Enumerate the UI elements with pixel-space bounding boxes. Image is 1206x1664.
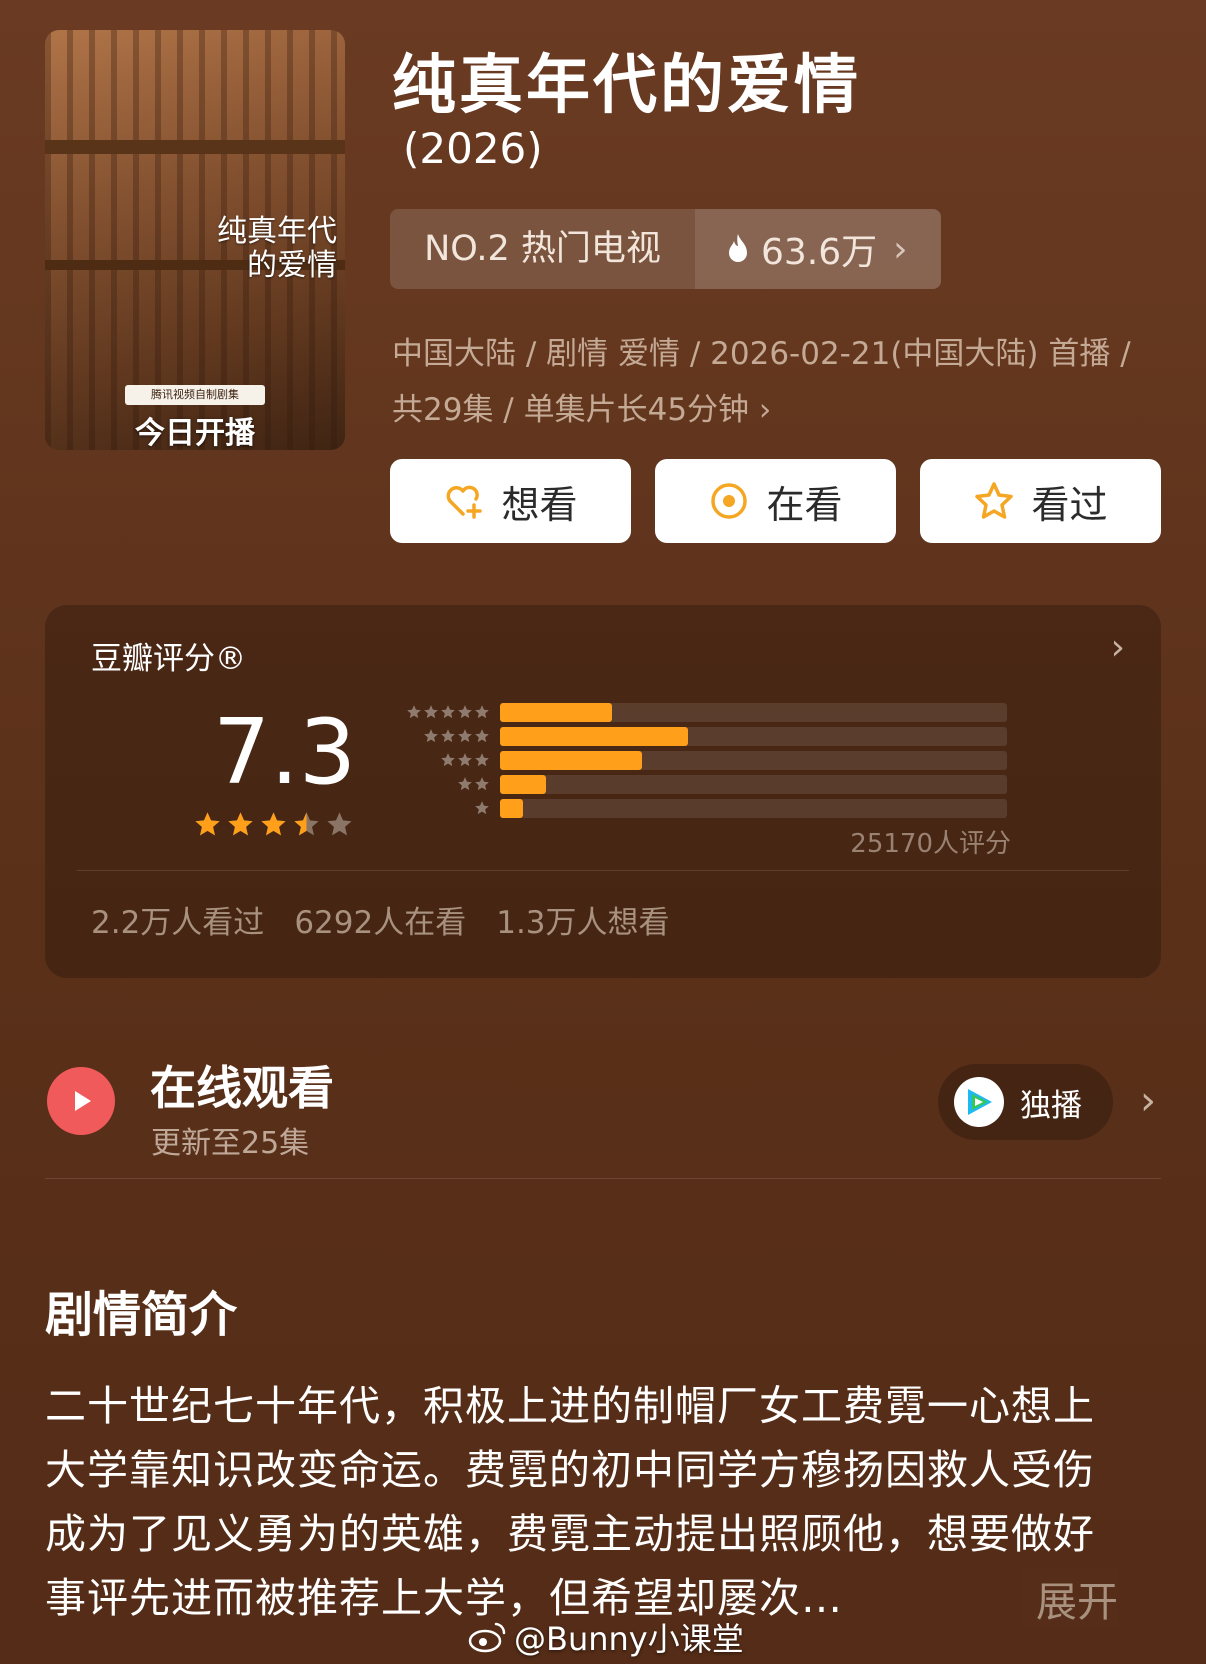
distribution-stars (385, 776, 490, 792)
small-star-icon (407, 705, 421, 718)
chevron-right-icon: › (893, 228, 908, 270)
rating-star-icon (327, 812, 352, 836)
heart-plus-icon (447, 485, 483, 519)
distribution-bar (500, 726, 688, 746)
small-star-icon (441, 705, 455, 718)
distribution-stars (385, 728, 490, 744)
rating-count: 25170人评分 (850, 829, 1011, 859)
heat-value: 63.6万 (761, 232, 878, 273)
rating-star-icon (294, 812, 319, 836)
small-star-icon (424, 729, 438, 742)
distribution-track (500, 750, 1007, 770)
star-outline-icon (975, 482, 1014, 519)
rating-star-icon (261, 812, 286, 836)
distribution-bar (500, 750, 642, 770)
poster-title-art: 纯真年代的爱情 (217, 214, 337, 283)
meta-line-2-text: 共29集 / 单集片长45分钟 (392, 392, 750, 428)
rating-distribution (385, 700, 1007, 820)
expand-link[interactable]: 展开 (1022, 1568, 1118, 1628)
distribution-bar (500, 774, 546, 794)
small-star-icon (458, 729, 472, 742)
poster-bed-frame (45, 140, 345, 154)
meta-line-2[interactable]: 共29集 / 单集片长45分钟 › (392, 382, 1172, 438)
poster-image[interactable]: 纯真年代的爱情 腾讯视频自制剧集 今日开播 (45, 30, 345, 450)
small-star-icon (441, 729, 455, 742)
watermark: @Bunny小课堂 (468, 1612, 744, 1662)
small-star-icon (475, 777, 489, 790)
distribution-bar (500, 702, 612, 722)
rating-star-icon (228, 812, 253, 836)
small-star-icon (424, 705, 438, 718)
rating-stars (193, 810, 354, 839)
distribution-stars (385, 704, 490, 720)
provider-label: 独播 (1020, 1087, 1082, 1124)
small-star-icon (458, 705, 472, 718)
provider-badge[interactable]: 独播 (938, 1064, 1113, 1140)
rating-score: 7.3 (213, 700, 357, 805)
distribution-row-1-star (385, 796, 1007, 820)
show-title: 纯真年代的爱情 (392, 49, 861, 123)
fire-icon (729, 234, 747, 262)
rank-pill[interactable]: NO.2 热门电视 63.6万 › (390, 209, 941, 289)
play-icon[interactable] (47, 1067, 115, 1135)
weibo-icon (468, 1622, 506, 1653)
target-icon (711, 483, 748, 519)
rating-label: 豆瓣评分® (91, 641, 246, 677)
tencent-video-icon (954, 1077, 1004, 1127)
chevron-right-icon[interactable]: › (1140, 1078, 1156, 1124)
rating-stats: 2.2万人看过 6292人在看 1.3万人想看 (91, 897, 670, 942)
synopsis-text: 二十世纪七十年代，积极上进的制帽厂女工费霓一心想上大学靠知识改变命运。费霓的初中… (45, 1382, 1095, 1622)
distribution-stars (385, 752, 490, 768)
watched-button[interactable]: 看过 (920, 459, 1161, 543)
small-star-icon (441, 753, 455, 766)
small-star-icon (458, 753, 472, 766)
stat-want[interactable]: 1.3万人想看 (496, 897, 669, 942)
distribution-track (500, 726, 1007, 746)
online-watch-title[interactable]: 在线观看 (150, 1052, 334, 1118)
distribution-bar (500, 798, 523, 818)
meta-line-1: 中国大陆 / 剧情 爱情 / 2026-02-21(中国大陆) 首播 / (392, 336, 1131, 372)
distribution-row-5-star (385, 700, 1007, 724)
distribution-row-2-star (385, 772, 1007, 796)
distribution-stars (385, 800, 490, 816)
douban-rating-card[interactable]: 豆瓣评分® › 7.3 25170人评分 2.2万人看过 6292人在看 1.3… (45, 605, 1161, 978)
distribution-track (500, 798, 1007, 818)
heat-section[interactable]: 63.6万 › (695, 209, 941, 289)
small-star-icon (475, 801, 489, 814)
show-year: (2026) (403, 124, 543, 173)
action-buttons: 想看 在看 看过 (390, 459, 1161, 543)
chevron-right-icon: › (758, 392, 772, 428)
watched-label: 看过 (1031, 482, 1108, 527)
poster-cta: 今日开播 (135, 416, 255, 450)
divider (45, 1178, 1161, 1179)
distribution-row-4-star (385, 724, 1007, 748)
want-to-watch-button[interactable]: 想看 (390, 459, 631, 543)
divider (77, 870, 1129, 871)
watermark-text: @Bunny小课堂 (514, 1620, 744, 1658)
distribution-row-3-star (385, 748, 1007, 772)
poster-tag: 腾讯视频自制剧集 (125, 385, 265, 405)
small-star-icon (458, 777, 472, 790)
rating-star-icon (195, 812, 220, 836)
show-meta: 中国大陆 / 剧情 爱情 / 2026-02-21(中国大陆) 首播 / 共29… (392, 326, 1172, 438)
distribution-track (500, 774, 1007, 794)
play-triangle-icon (75, 1091, 91, 1111)
want-label: 想看 (501, 482, 578, 527)
rank-label: NO.2 热门电视 (424, 229, 661, 269)
small-star-icon (475, 753, 489, 766)
distribution-track (500, 702, 1007, 722)
online-watch-subtitle: 更新至25集 (151, 1126, 310, 1161)
watching-button[interactable]: 在看 (655, 459, 896, 543)
small-star-icon (475, 705, 489, 718)
stat-watching[interactable]: 6292人在看 (294, 897, 466, 942)
chevron-right-icon: › (1110, 627, 1125, 668)
watching-label: 在看 (766, 482, 843, 527)
synopsis-heading: 剧情简介 (45, 1287, 238, 1343)
stat-watched[interactable]: 2.2万人看过 (91, 897, 264, 942)
small-star-icon (475, 729, 489, 742)
